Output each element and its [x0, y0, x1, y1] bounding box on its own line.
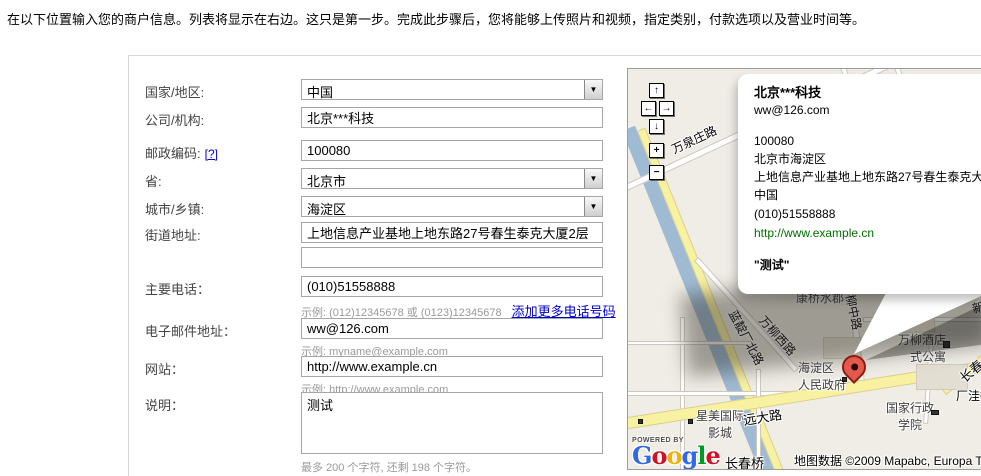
logo-letter: g: [681, 441, 699, 470]
company-label: 公司/机构:: [145, 113, 205, 128]
city-label: 城市/乡镇:: [145, 202, 205, 217]
description-label: 说明：: [145, 398, 185, 413]
province-select-value: 北京市: [307, 174, 347, 189]
postal-label-text: 邮政编码:: [145, 146, 201, 161]
chevron-down-icon[interactable]: ▼: [584, 80, 602, 99]
pan-up-button[interactable]: ↑: [649, 83, 664, 98]
row-description: 说明： 测试: [129, 392, 629, 462]
poi-line: 人民政府: [798, 378, 847, 392]
google-logo: Google: [632, 441, 721, 470]
infowindow-email: ww@126.com: [754, 103, 830, 117]
website-input[interactable]: [301, 356, 603, 377]
description-hint: 最多 200 个字符, 还剩 198 个字符。: [301, 462, 478, 474]
chevron-down-icon[interactable]: ▼: [584, 169, 602, 188]
phone-label: 主要电话：: [145, 282, 211, 297]
email-input[interactable]: [301, 318, 603, 339]
poi-line: 国家行政: [886, 401, 935, 415]
row-postal: 邮政编码: [?]: [129, 140, 629, 162]
logo-letter: G: [632, 441, 652, 470]
infowindow-title: 北京***科技: [754, 85, 822, 100]
infowindow-country: 中国: [754, 188, 779, 202]
pan-left-button[interactable]: ←: [641, 101, 656, 116]
postal-input[interactable]: [301, 140, 603, 161]
row-company: 公司/机构:: [129, 107, 629, 129]
add-phone-link[interactable]: 添加更多电话号码: [512, 304, 616, 319]
pan-right-button[interactable]: →: [659, 101, 674, 116]
street-label: 街道地址:: [145, 228, 201, 243]
postal-label: 邮政编码: [?]: [145, 143, 297, 162]
province-select[interactable]: 北京市 ▼: [301, 168, 603, 189]
road-label-changchun-bridge: 长春桥: [725, 456, 765, 470]
row-street2: [129, 247, 629, 269]
poi-icon: [688, 419, 693, 424]
company-input[interactable]: [301, 107, 603, 128]
row-website: 网站：: [129, 356, 629, 378]
country-label: 国家/地区:: [145, 85, 205, 100]
infowindow-phone: (010)51558888: [754, 207, 836, 221]
zoom-out-button[interactable]: −: [649, 165, 664, 180]
row-street: 街道地址:: [129, 222, 629, 244]
row-phone: 主要电话：: [129, 276, 629, 298]
pan-down-button[interactable]: ↓: [649, 119, 664, 134]
page-instruction: 在以下位置输入您的商户信息。列表将显示在右边。这只是第一步。完成此步骤后，您将能…: [7, 12, 866, 27]
logo-letter: o: [651, 441, 668, 470]
city-select[interactable]: 海淀区 ▼: [301, 196, 603, 217]
row-country: 国家/地区: 中国 ▼: [129, 79, 629, 101]
chevron-down-icon[interactable]: ▼: [584, 197, 602, 216]
poi-line: 星美国际: [696, 409, 745, 423]
map-copyright: 地图数据 ©2009 Mapabc, Europa Tech: [794, 454, 981, 468]
poi-label-guojia-xingzheng: 国家行政 学院: [886, 399, 934, 433]
postal-help-icon[interactable]: [?]: [205, 147, 218, 161]
website-label: 网站：: [145, 362, 185, 377]
infowindow-website-link[interactable]: http://www.example.cn: [754, 224, 981, 242]
city-select-value: 海淀区: [307, 202, 347, 217]
infowindow-note: "测试": [754, 258, 790, 272]
country-select[interactable]: 中国 ▼: [301, 79, 603, 100]
logo-letter: e: [705, 441, 720, 470]
logo-letter: o: [666, 441, 683, 470]
description-textarea[interactable]: 测试: [301, 392, 603, 454]
infowindow-street: 上地信息产业基地上地东路27号春生泰克大厦2层: [754, 170, 981, 184]
infowindow-postal: 100080: [754, 134, 795, 148]
map-canvas[interactable]: 万泉庄路 康桥水郡 蓝靛厂北路 万柳西路 万柳中路 万柳酒店 式公寓 海淀区 人民政…: [627, 68, 981, 470]
zoom-in-button[interactable]: +: [649, 143, 664, 158]
row-city: 城市/乡镇: 海淀区 ▼: [129, 196, 629, 218]
poi-label-xingmei: 星美国际 影城: [696, 407, 744, 441]
row-province: 省: 北京市 ▼: [129, 168, 629, 190]
poi-line: 影城: [708, 426, 733, 440]
email-label: 电子邮件地址：: [145, 324, 237, 339]
poi-line: 学院: [898, 418, 923, 432]
government-icon: [842, 377, 847, 382]
poi-icon: [638, 419, 643, 424]
province-label: 省:: [145, 174, 162, 189]
road-label-changwa-partial: 厂洼街: [956, 389, 981, 403]
row-email: 电子邮件地址：: [129, 318, 629, 340]
country-select-value: 中国: [307, 85, 334, 100]
street-input-2[interactable]: [301, 247, 603, 268]
school-icon: [931, 410, 939, 415]
phone-input[interactable]: [301, 276, 603, 297]
infowindow: 北京***科技 ww@126.com 100080 北京市海淀区 上地信息产业基…: [738, 74, 981, 294]
street-input[interactable]: [301, 222, 603, 243]
infowindow-region: 北京市海淀区: [754, 152, 827, 166]
